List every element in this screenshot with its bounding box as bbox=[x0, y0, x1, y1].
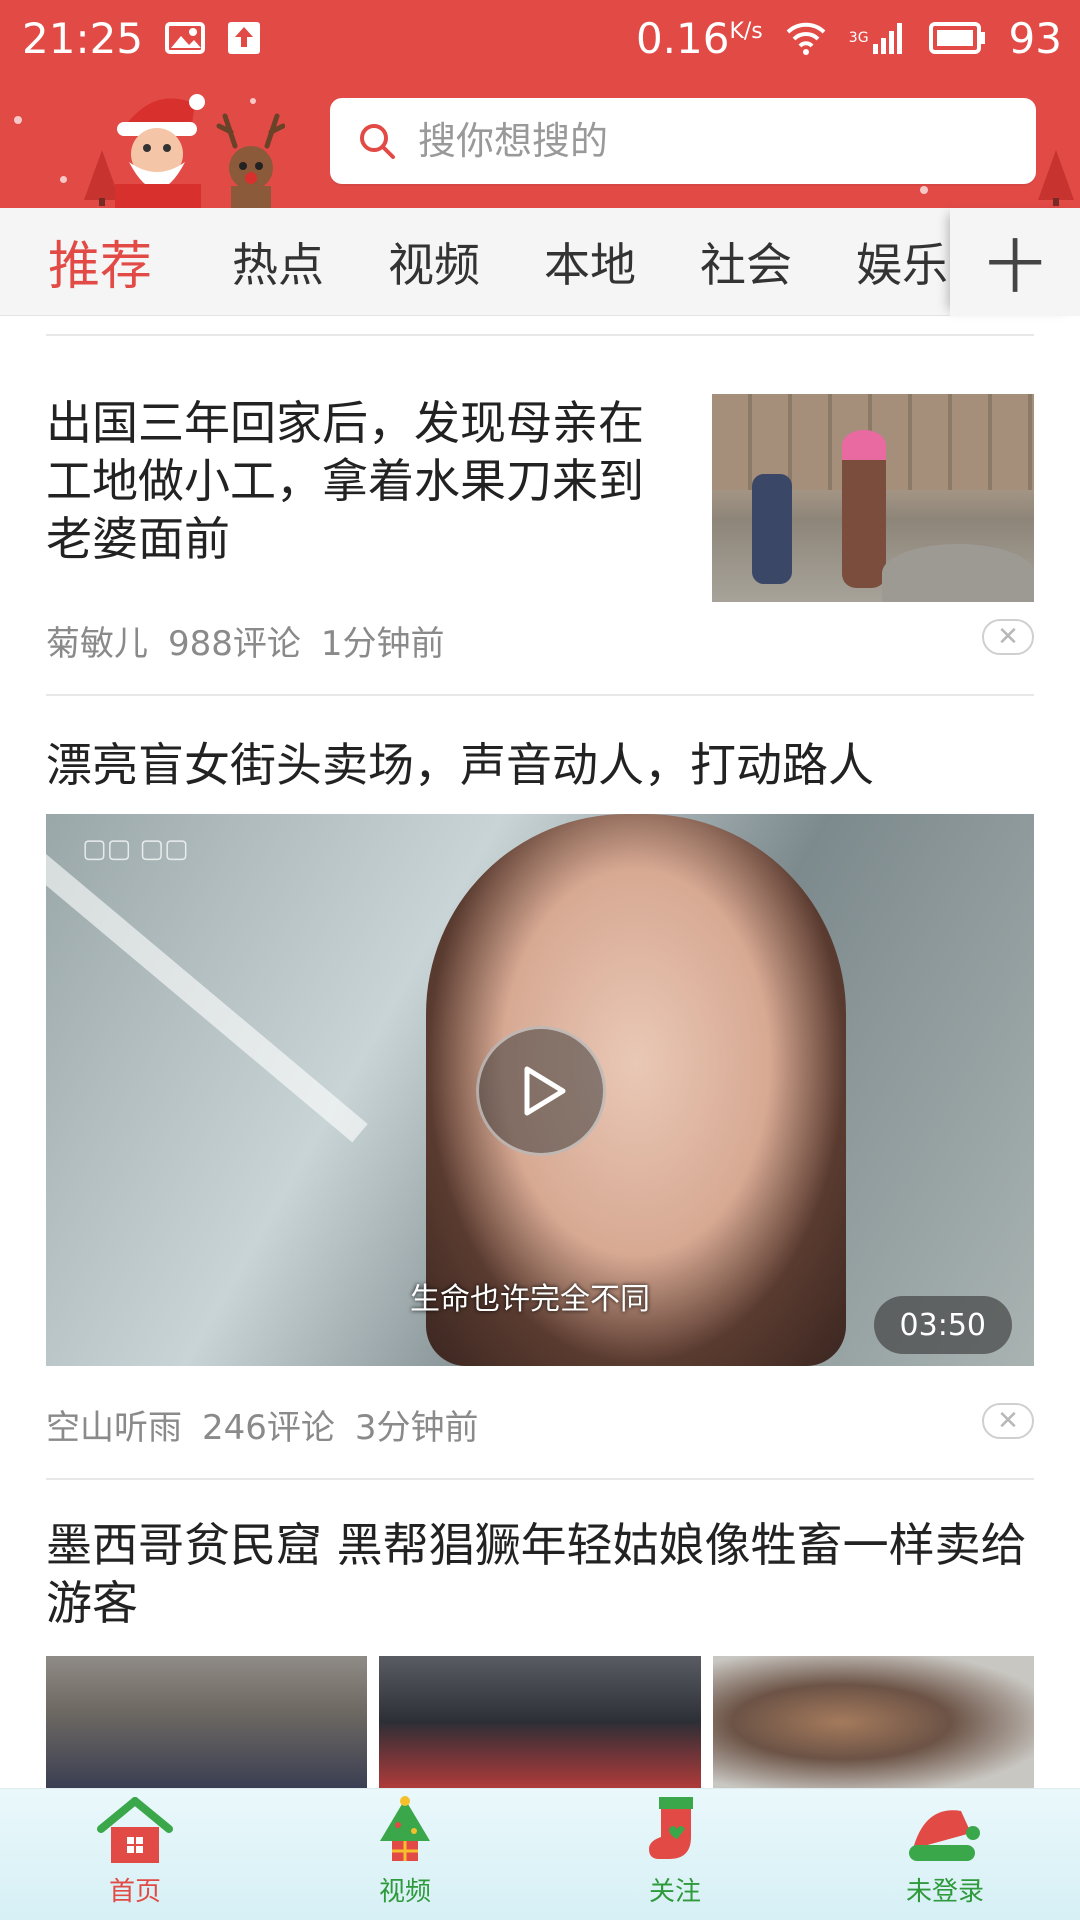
add-category-button[interactable]: 十 bbox=[950, 208, 1080, 316]
nav-home[interactable]: 首页 bbox=[0, 1789, 270, 1920]
santa-reindeer-icon bbox=[115, 94, 285, 208]
signal-icon: 3G bbox=[849, 20, 907, 56]
nav-video-label: 视频 bbox=[378, 1877, 431, 1907]
snowflake-decoration bbox=[60, 176, 67, 183]
news-feed: 出国三年回家后，发现母亲在工地做小工，拿着水果刀来到老婆面前 菊敏儿 988评论… bbox=[46, 316, 1034, 1788]
tree-decoration-icon bbox=[1038, 150, 1074, 206]
news-meta: 空山听雨 246评论 3分钟前 bbox=[46, 1400, 499, 1449]
nav-follow[interactable]: 关注 bbox=[540, 1789, 810, 1920]
network-type: 3G bbox=[848, 30, 869, 46]
search-input[interactable] bbox=[418, 119, 938, 163]
snowflake-decoration bbox=[920, 186, 928, 194]
search-bar[interactable] bbox=[330, 98, 1036, 184]
news-comments: 246评论 bbox=[202, 1408, 335, 1448]
video-duration: 03:50 bbox=[873, 1296, 1012, 1354]
news-meta: 菊敏儿 988评论 1分钟前 bbox=[46, 616, 465, 665]
dismiss-button[interactable]: ✕ bbox=[982, 619, 1034, 655]
nav-home-label: 首页 bbox=[108, 1877, 161, 1907]
news-comments: 988评论 bbox=[168, 624, 301, 664]
home-icon bbox=[97, 1797, 173, 1863]
wifi-icon bbox=[785, 20, 827, 56]
upload-notification-icon bbox=[227, 21, 261, 55]
video-news-item[interactable]: 漂亮盲女街头卖场，声音动人，打动路人 ▢▢ ▢▢ 生命也许完全不同 03:50 … bbox=[46, 696, 1034, 1478]
news-thumbnail[interactable] bbox=[46, 1656, 368, 1788]
news-title[interactable]: 出国三年回家后，发现母亲在工地做小工，拿着水果刀来到老婆面前 bbox=[46, 394, 656, 568]
status-right: 0.16K/s 3G 93 bbox=[636, 14, 1062, 63]
santa-hat-icon bbox=[909, 1810, 980, 1861]
play-button[interactable] bbox=[476, 1026, 606, 1156]
status-left: 21:25 bbox=[22, 14, 261, 63]
nav-follow-label: 关注 bbox=[648, 1877, 701, 1907]
news-thumbnail[interactable] bbox=[712, 1656, 1034, 1788]
video-player[interactable]: ▢▢ ▢▢ 生命也许完全不同 03:50 bbox=[46, 814, 1034, 1366]
news-time: 1分钟前 bbox=[320, 624, 445, 664]
clock: 21:25 bbox=[22, 13, 144, 63]
worker-figure bbox=[752, 474, 792, 584]
network-speed: 0.16K/s bbox=[635, 13, 763, 63]
news-time: 3分钟前 bbox=[354, 1408, 479, 1448]
status-bar: 21:25 0.16K/s 3G 93 bbox=[0, 0, 1080, 76]
christmas-tree-icon bbox=[380, 1796, 430, 1861]
tab-society[interactable]: 社会 bbox=[668, 229, 824, 295]
bottom-navigation: 首页 视频 关注 未登录 bbox=[0, 1788, 1080, 1920]
app-header bbox=[0, 76, 1080, 208]
worker-figure bbox=[842, 438, 886, 588]
tab-local[interactable]: 本地 bbox=[512, 229, 668, 295]
play-icon bbox=[524, 1066, 566, 1116]
battery-icon bbox=[928, 21, 987, 55]
category-tabs: 推荐 热点 视频 本地 社会 娱乐 十 bbox=[0, 208, 1080, 316]
nav-profile[interactable]: 未登录 bbox=[810, 1789, 1080, 1920]
tab-recommend[interactable]: 推荐 bbox=[0, 224, 200, 299]
news-thumbnail[interactable] bbox=[379, 1656, 701, 1788]
news-author: 菊敏儿 bbox=[46, 624, 148, 664]
video-subtitle: 生命也许完全不同 bbox=[410, 1282, 650, 1317]
headscarf bbox=[842, 430, 886, 460]
nav-video[interactable]: 视频 bbox=[270, 1789, 540, 1920]
background-pole bbox=[46, 854, 368, 1143]
news-thumbnail[interactable] bbox=[712, 394, 1034, 602]
news-title[interactable]: 漂亮盲女街头卖场，声音动人，打动路人 bbox=[46, 736, 1034, 794]
news-author: 空山听雨 bbox=[46, 1408, 182, 1448]
battery-level: 93 bbox=[1008, 13, 1062, 63]
tab-hot[interactable]: 热点 bbox=[200, 229, 356, 295]
video-watermark-logo: ▢▢ ▢▢ bbox=[82, 834, 189, 864]
news-item[interactable]: 出国三年回家后，发现母亲在工地做小工，拿着水果刀来到老婆面前 菊敏儿 988评论… bbox=[46, 336, 1034, 694]
dismiss-button[interactable]: ✕ bbox=[982, 1403, 1034, 1439]
thumbnail-row bbox=[46, 1656, 1034, 1788]
search-icon bbox=[360, 124, 395, 159]
image-notification-icon bbox=[165, 22, 206, 54]
sand-pile bbox=[882, 544, 1034, 602]
news-title[interactable]: 墨西哥贫民窟 黑帮猖獗年轻姑娘像牲畜一样卖给游客 bbox=[46, 1516, 1034, 1632]
speed-unit: K/s bbox=[729, 18, 763, 44]
tab-video[interactable]: 视频 bbox=[356, 229, 512, 295]
nav-profile-label: 未登录 bbox=[905, 1877, 984, 1907]
stocking-icon bbox=[649, 1797, 693, 1859]
news-item[interactable]: 墨西哥贫民窟 黑帮猖獗年轻姑娘像牲畜一样卖给游客 bbox=[46, 1480, 1034, 1788]
snowflake-decoration bbox=[14, 116, 22, 124]
